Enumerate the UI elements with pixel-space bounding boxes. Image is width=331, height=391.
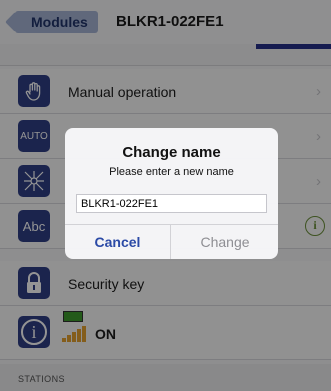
change-button[interactable]: Change <box>172 225 278 259</box>
dialog-buttons: Cancel Change <box>65 224 278 259</box>
change-name-dialog: Change name Please enter a new name Canc… <box>65 128 278 259</box>
name-input[interactable] <box>76 194 267 213</box>
dialog-message: Please enter a new name <box>109 166 234 178</box>
cancel-button[interactable]: Cancel <box>65 225 171 259</box>
dialog-title: Change name <box>122 144 221 161</box>
